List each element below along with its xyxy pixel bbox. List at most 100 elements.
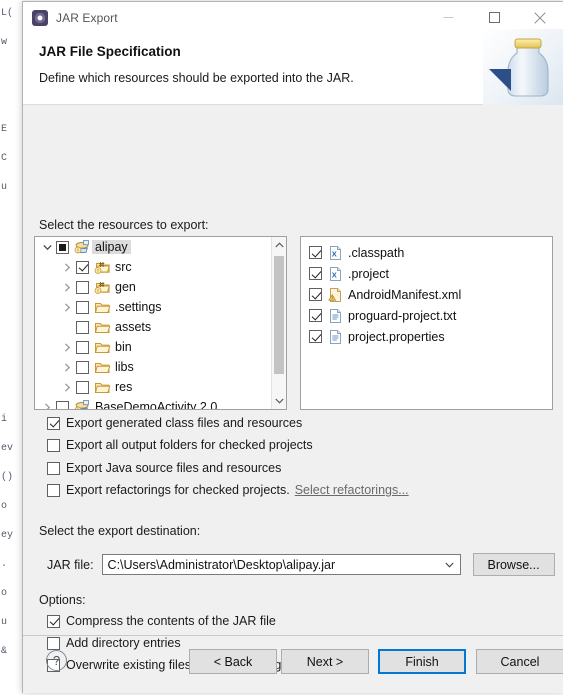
backdrop-code-line: C [1, 153, 8, 164]
destination-label: Select the export destination: [39, 524, 201, 538]
chevron-right-icon[interactable] [59, 377, 76, 397]
tree-row[interactable]: .settings [35, 297, 271, 317]
tree-row-label: assets [115, 320, 152, 334]
export-option-checkbox[interactable] [47, 483, 60, 497]
file-row[interactable]: X .classpath [301, 242, 552, 263]
manifest-warning-file-icon: ! [327, 287, 344, 303]
tree-row[interactable]: assets [35, 317, 271, 337]
dialog-header: JAR File Specification Define which reso… [23, 29, 563, 105]
chevron-down-icon[interactable] [39, 237, 56, 257]
tree-checkbox[interactable] [76, 360, 89, 374]
file-checkbox[interactable] [309, 288, 322, 301]
jar-option-checkbox[interactable] [47, 614, 60, 628]
tree-row[interactable]: ! src [35, 257, 271, 277]
help-icon[interactable]: ? [46, 650, 67, 671]
file-checkbox[interactable] [309, 246, 322, 259]
backdrop-code-line: & [1, 646, 8, 657]
dialog-title: JAR Export [56, 10, 118, 25]
chevron-right-icon[interactable] [59, 297, 76, 317]
export-option-row[interactable]: Export refactorings for checked projects… [47, 483, 409, 497]
tree-checkbox[interactable] [76, 260, 89, 274]
file-row[interactable]: proguard-project.txt [301, 305, 552, 326]
tree-row[interactable]: bin [35, 337, 271, 357]
backdrop-code-line: o [1, 588, 8, 599]
scroll-down-icon[interactable] [272, 393, 286, 409]
tree-scrollbar[interactable] [271, 237, 286, 409]
tree-row[interactable]: ! gen [35, 277, 271, 297]
backdrop-code-line: o [1, 501, 8, 512]
jar-option-row[interactable]: Compress the contents of the JAR file [47, 614, 276, 628]
tree-checkbox[interactable] [56, 240, 69, 254]
tree-checkbox[interactable] [76, 340, 89, 354]
chevron-right-icon[interactable] [59, 337, 76, 357]
browse-button[interactable]: Browse... [472, 553, 555, 576]
tree-row[interactable]: ! alipay [35, 237, 271, 257]
tree-row-label: res [115, 380, 133, 394]
xml-file-icon: X [327, 266, 344, 282]
chevron-right-icon[interactable] [59, 257, 76, 277]
tree-row[interactable]: libs [35, 357, 271, 377]
file-row[interactable]: project.properties [301, 326, 552, 347]
file-row-label: .classpath [348, 245, 405, 260]
svg-text:X: X [332, 249, 337, 258]
next-button[interactable]: Next > [281, 649, 369, 674]
jar-file-label: JAR file: [47, 557, 94, 572]
file-row-label: .project [348, 266, 389, 281]
export-option-checkbox[interactable] [47, 416, 60, 430]
resource-panes: ! alipay! src! gen .settings assets bin libs res… [34, 236, 553, 410]
tree-checkbox[interactable] [76, 320, 89, 334]
file-row[interactable]: ! AndroidManifest.xml [301, 284, 552, 305]
tree-checkbox[interactable] [76, 300, 89, 314]
scroll-up-icon[interactable] [272, 237, 286, 253]
project-tree[interactable]: ! alipay! src! gen .settings assets bin libs res… [35, 237, 271, 409]
backdrop-code-line: E [1, 124, 8, 135]
file-row-label: project.properties [348, 329, 445, 344]
file-row[interactable]: X .project [301, 263, 552, 284]
tree-row-label: gen [115, 280, 136, 294]
project-tree-pane[interactable]: ! alipay! src! gen .settings assets bin libs res… [34, 236, 287, 410]
file-row-label: proguard-project.txt [348, 308, 457, 323]
tree-row[interactable]: res [35, 377, 271, 397]
options-label: Options: [39, 593, 86, 607]
export-option-row[interactable]: Export Java source files and resources [47, 461, 281, 475]
tree-row[interactable]: ! BaseDemoActivity 2.0 [35, 397, 271, 409]
backdrop-code-line: u [1, 182, 8, 193]
tree-checkbox[interactable] [76, 280, 89, 294]
export-option-row[interactable]: Export generated class files and resourc… [47, 416, 302, 430]
svg-text:X: X [332, 270, 337, 279]
back-button[interactable]: < Back [189, 649, 277, 674]
export-option-checkbox[interactable] [47, 461, 60, 475]
source-folder-icon: ! [94, 279, 111, 295]
backdrop-code-line: () [1, 472, 14, 483]
jar-file-input[interactable]: C:\Users\Administrator\Desktop\alipay.ja… [101, 554, 461, 575]
folder-icon [94, 379, 111, 395]
file-checkbox[interactable] [309, 309, 322, 322]
export-option-label: Export refactorings for checked projects… [66, 483, 290, 497]
jar-export-dialog: JAR Export JAR File Specification Define… [22, 1, 563, 693]
chevron-down-icon[interactable] [440, 555, 460, 574]
file-list[interactable]: X .classpath X .project ! AndroidManifest.xml… [301, 242, 552, 347]
chevron-right-icon[interactable] [59, 357, 76, 377]
select-refactorings-link[interactable]: Select refactorings... [295, 483, 409, 497]
export-option-label: Export generated class files and resourc… [66, 416, 303, 430]
jar-file-row: JAR file: C:\Users\Administrator\Desktop… [47, 553, 555, 576]
folder-icon [94, 339, 111, 355]
tree-row-label: bin [115, 340, 132, 354]
file-list-pane[interactable]: X .classpath X .project ! AndroidManifest.xml… [300, 236, 553, 410]
export-option-label: Export all output folders for checked pr… [66, 438, 313, 452]
tree-checkbox[interactable] [56, 400, 69, 409]
tree-row-label: libs [115, 360, 134, 374]
export-option-checkbox[interactable] [47, 438, 60, 452]
file-checkbox[interactable] [309, 330, 322, 343]
finish-button[interactable]: Finish [378, 649, 466, 674]
file-checkbox[interactable] [309, 267, 322, 280]
tree-checkbox[interactable] [76, 380, 89, 394]
properties-file-icon [327, 329, 344, 345]
cancel-button[interactable]: Cancel [476, 649, 563, 674]
minimize-icon[interactable] [425, 2, 471, 33]
scroll-thumb[interactable] [274, 256, 284, 374]
folder-icon [94, 359, 111, 375]
export-option-row[interactable]: Export all output folders for checked pr… [47, 438, 313, 452]
chevron-right-icon[interactable] [39, 397, 56, 409]
chevron-right-icon[interactable] [59, 277, 76, 297]
